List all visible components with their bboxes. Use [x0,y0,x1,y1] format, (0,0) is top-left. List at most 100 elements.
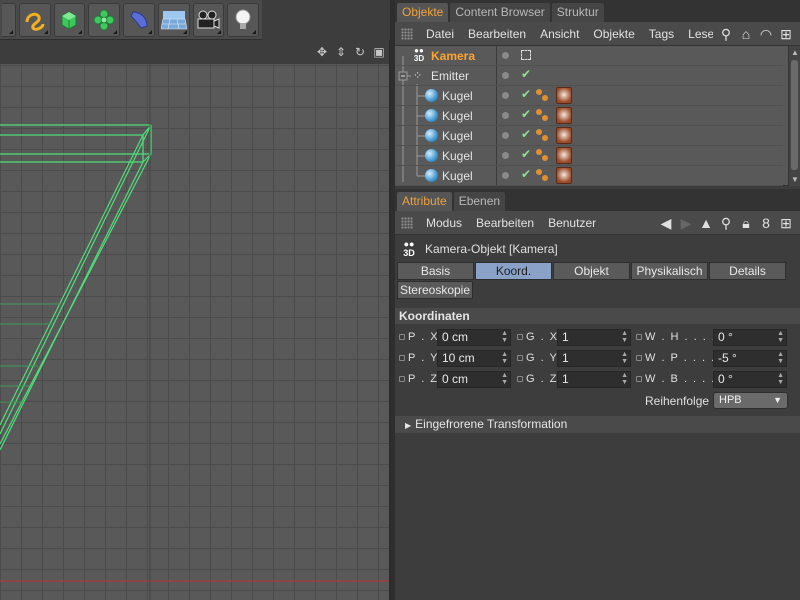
tab-details[interactable]: Details [709,262,786,280]
keyframe-dot[interactable] [517,355,523,361]
object-row-kugel[interactable]: Kugel ✔ [395,86,783,106]
material-tag-icon[interactable] [556,107,572,124]
link-icon[interactable]: 8 [758,215,774,231]
up-arrow-icon[interactable]: ▲ [698,215,714,231]
input-gz[interactable]: 1 ▲ ▼ [557,371,631,388]
menu-ansicht[interactable]: Ansicht [533,27,586,41]
menu-objekte[interactable]: Objekte [586,27,641,41]
input-wp[interactable]: -5 ° ▲ ▼ [713,350,787,367]
material-tag-icon[interactable] [556,127,572,144]
menu-tags[interactable]: Tags [642,27,681,41]
forward-arrow-icon[interactable]: ▶ [678,215,694,231]
keyframe-dot[interactable] [636,334,642,340]
keyframe-dot[interactable] [636,355,642,361]
back-arrow-icon[interactable]: ◀ [658,215,674,231]
spline-pen-icon[interactable] [18,2,51,37]
new-window-icon[interactable]: ⊞ [778,215,794,231]
keyframe-dot[interactable] [399,376,405,382]
menu-modus[interactable]: Modus [419,216,469,230]
input-gx[interactable]: 1 ▲ ▼ [557,329,631,346]
tab-struktur[interactable]: Struktur [551,3,604,22]
camera-target-icon[interactable] [521,50,531,60]
3d-viewport[interactable]: ✥ ⇕ ↻ ▣ [0,40,390,600]
home-icon[interactable]: ⌂ [738,26,754,42]
object-row-emitter[interactable]: ⁘ Emitter ✔ [395,66,783,86]
scroll-up-icon[interactable]: ▲ [791,48,799,57]
floor-scene-icon[interactable] [157,2,190,37]
select-reihenfolge[interactable]: HPB ▼ [713,392,788,409]
phong-tag-icon[interactable] [536,129,549,142]
new-window-icon[interactable]: ⊞ [778,26,794,42]
enabled-check-icon[interactable]: ✔ [521,127,531,141]
camera-icon[interactable] [192,2,225,37]
material-tag-icon[interactable] [556,87,572,104]
cloner-icon[interactable] [88,2,121,37]
phong-tag-icon[interactable] [536,89,549,102]
input-wh[interactable]: 0 ° ▲ ▼ [713,329,787,346]
keyframe-dot[interactable] [636,376,642,382]
rotate-view-icon[interactable]: ↻ [353,45,367,59]
menu-benutzer[interactable]: Benutzer [541,216,603,230]
scroll-thumb[interactable] [791,60,798,170]
light-icon[interactable] [227,2,260,37]
enabled-check-icon[interactable]: ✔ [521,167,531,181]
enabled-check-icon[interactable]: ✔ [521,67,531,81]
visibility-dot[interactable] [502,92,509,99]
object-row-kugel[interactable]: Kugel ✔ [395,146,783,166]
material-tag-icon[interactable] [556,147,572,164]
visibility-dot[interactable] [502,172,509,179]
tab-basis[interactable]: Basis [397,262,474,280]
visibility-dot[interactable] [502,112,509,119]
material-tag-icon[interactable] [556,167,572,184]
object-row-kugel[interactable]: Kugel ✔ [395,166,783,186]
tab-objekte[interactable]: Objekte [397,3,449,22]
input-py[interactable]: 10 cm ▲ ▼ [437,350,511,367]
scroll-down-icon[interactable]: ▼ [791,175,799,184]
keyframe-dot[interactable] [517,334,523,340]
input-wb[interactable]: 0 ° ▲ ▼ [713,371,787,388]
enabled-check-icon[interactable]: ✔ [521,107,531,121]
visibility-dot[interactable] [502,152,509,159]
phong-tag-icon[interactable] [536,109,549,122]
cube-primitive-icon[interactable] [53,2,86,37]
tab-stereoskopie[interactable]: Stereoskopie [397,281,473,299]
cube-tool-icon[interactable] [2,2,16,37]
menu-datei[interactable]: Datei [419,27,461,41]
tab-koord[interactable]: Koord. [475,262,552,280]
keyframe-dot[interactable] [399,334,405,340]
input-px[interactable]: 0 cm ▲ ▼ [437,329,511,346]
menu-bearbeiten[interactable]: Bearbeiten [461,27,533,41]
keyframe-dot[interactable] [517,376,523,382]
object-row-kugel[interactable]: Kugel ✔ [395,106,783,126]
dolly-view-icon[interactable]: ⇕ [334,45,348,59]
tab-ebenen[interactable]: Ebenen [453,192,506,211]
keyframe-dot[interactable] [399,355,405,361]
tab-attribute[interactable]: Attribute [397,192,452,211]
visibility-dot[interactable] [502,52,509,59]
menu-bearbeiten[interactable]: Bearbeiten [469,216,541,230]
eye-icon[interactable]: ◠ [758,26,774,42]
grip-icon[interactable] [401,216,413,229]
search-icon[interactable]: ⚲ [718,26,734,42]
menu-lesezeichen[interactable]: Lese [681,27,713,41]
tab-objekt[interactable]: Objekt [553,262,630,280]
fold-frozen-transform[interactable]: ▶ Eingefrorene Transformation [395,416,800,433]
enabled-check-icon[interactable]: ✔ [521,147,531,161]
phong-tag-icon[interactable] [536,149,549,162]
tab-content-browser[interactable]: Content Browser [450,3,550,22]
lock-icon[interactable]: 🔒︎ [738,215,754,231]
maximize-view-icon[interactable]: ▣ [372,45,386,59]
visibility-dot[interactable] [502,132,509,139]
object-row-kamera[interactable]: ●● 3D Kamera [395,46,783,66]
tab-physikalisch[interactable]: Physikalisch [631,262,708,280]
input-gy[interactable]: 1 ▲ ▼ [557,350,631,367]
input-pz[interactable]: 0 cm ▲ ▼ [437,371,511,388]
move-view-icon[interactable]: ✥ [315,45,329,59]
grip-icon[interactable] [401,27,413,40]
search-icon[interactable]: ⚲ [718,215,734,231]
object-list-scrollbar[interactable]: ▲ ▼ [788,46,800,186]
enabled-check-icon[interactable]: ✔ [521,87,531,101]
visibility-dot[interactable] [502,72,509,79]
deformer-icon[interactable] [123,2,155,37]
object-row-kugel[interactable]: Kugel ✔ [395,126,783,146]
